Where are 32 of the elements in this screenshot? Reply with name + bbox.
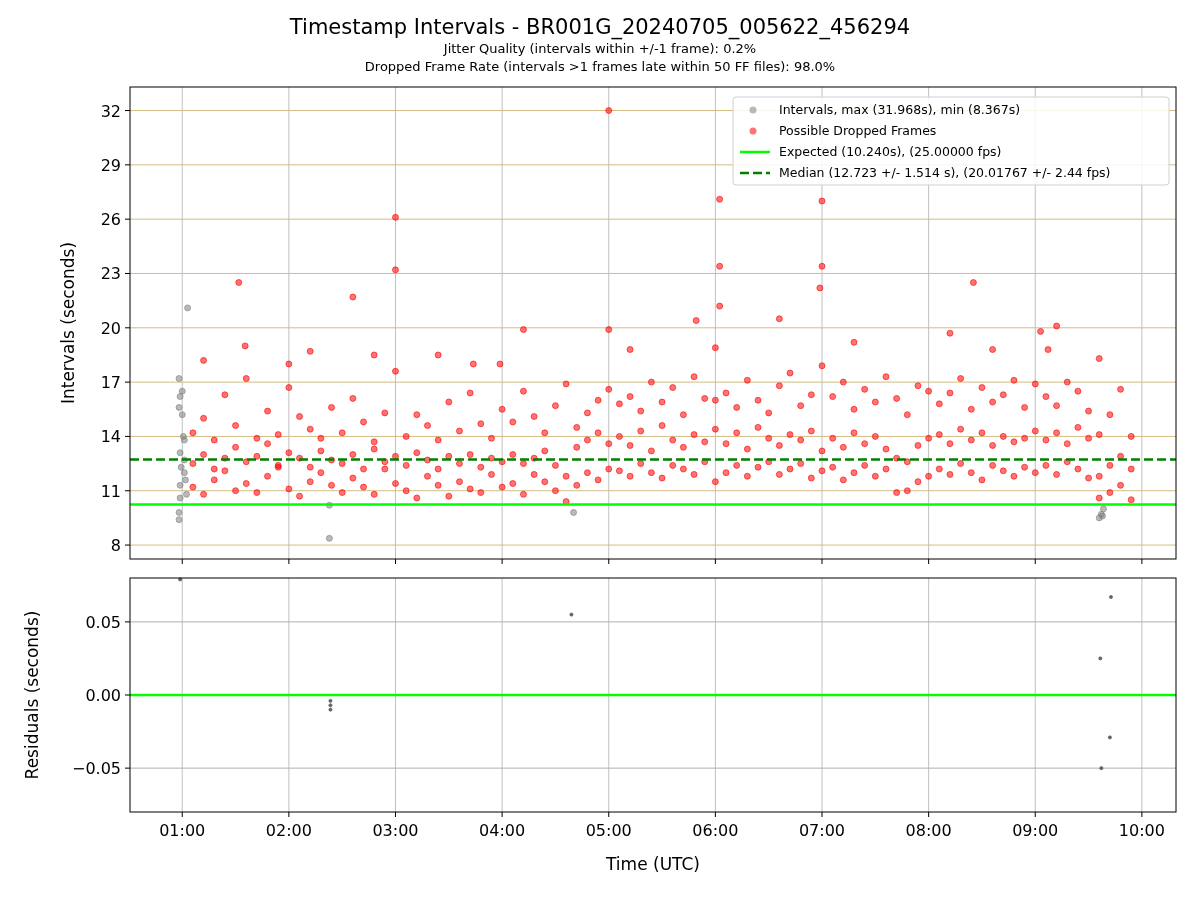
tick-label: 26 <box>100 210 121 230</box>
axis-label: Time (UTC) <box>606 854 700 874</box>
tick-label: 09:00 <box>1012 821 1059 840</box>
tick-label: 04:00 <box>479 821 526 840</box>
tick-label: 20 <box>100 318 121 338</box>
tick-label: 23 <box>100 264 121 284</box>
legend-label: Possible Dropped Frames <box>779 123 937 138</box>
legend-label: Median (12.723 +/- 1.514 s), (20.01767 +/- 2.44 fps) <box>779 165 1111 180</box>
tick-label: 01:00 <box>159 821 206 840</box>
tick-label: 02:00 <box>265 821 312 840</box>
tick-label: 03:00 <box>372 821 419 840</box>
tick-label: 07:00 <box>798 821 846 840</box>
legend-label: Expected (10.240s), (25.00000 fps) <box>779 144 1002 159</box>
tick-label: 8 <box>110 536 121 556</box>
chart-subtitle: Dropped Frame Rate (intervals >1 frames late within 50 FF files): 98.0% <box>364 58 836 76</box>
tick-label: 29 <box>100 155 121 175</box>
tick-label: 05:00 <box>585 821 632 840</box>
chart-subtitle: Jitter Quality (intervals within +/-1 frame): 0.2% <box>443 40 757 58</box>
tick-label: 32 <box>100 101 121 121</box>
legend-label: Intervals, max (31.968s), min (8.367s) <box>779 102 1021 117</box>
tick-label: 06:00 <box>692 821 739 840</box>
tick-label: 11 <box>100 481 121 501</box>
tick-label: 0.00 <box>85 686 121 705</box>
chart-title: Timestamp Intervals - BR001G_20240705_005622_456294 <box>289 14 911 40</box>
axis-label: Intervals (seconds) <box>58 241 78 405</box>
tick-label: 08:00 <box>905 821 952 840</box>
tick-label: 10:00 <box>1118 821 1165 840</box>
tick-label: 17 <box>100 373 121 393</box>
tick-label: −0.05 <box>71 759 121 779</box>
tick-label: 14 <box>100 427 121 447</box>
axis-label: Residuals (seconds) <box>22 610 42 780</box>
tick-label: 0.05 <box>85 612 121 632</box>
